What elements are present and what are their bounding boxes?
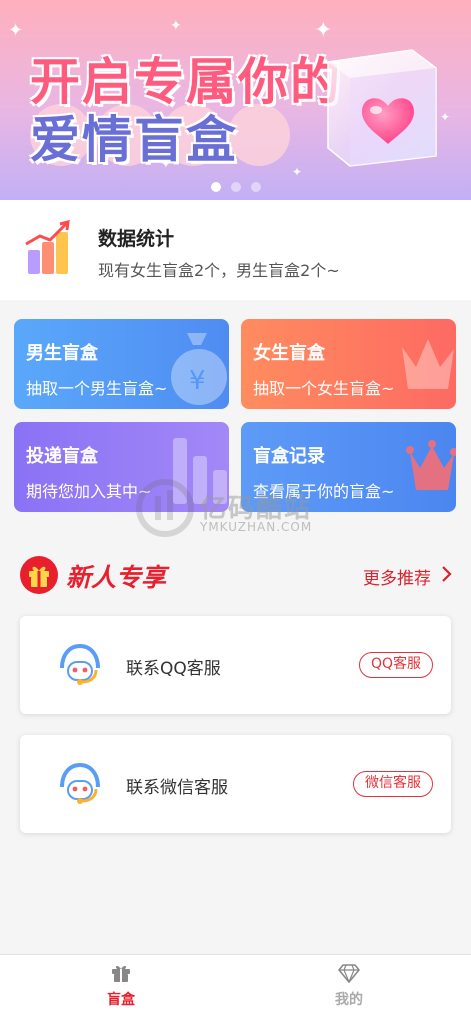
card-subtitle: 抽取一个男生盲盒~ (26, 379, 168, 398)
bottom-tab-bar: 盲盒 我的 (0, 954, 471, 1016)
wechat-service-button[interactable]: 微信客服 (353, 771, 433, 797)
crown-icon (402, 339, 454, 389)
stats-panel: 数据统计 现有女生盲盒2个，男生盲盒2个~ (0, 200, 471, 300)
bar-chart-icon (25, 220, 70, 274)
qq-service-row[interactable]: 联系QQ客服 QQ客服 (20, 616, 451, 714)
carousel-dot[interactable] (230, 182, 241, 192)
banner-carousel[interactable]: ✦ ✦ ✦ ✦ ✦ ✦ ✦ 开启专属你的 爱情盲盒 (0, 0, 471, 200)
crown-icon (406, 440, 456, 490)
diamond-icon (338, 964, 360, 983)
glass-cube-heart-icon (327, 49, 437, 167)
customer-service-icon (60, 643, 100, 685)
service-label: 联系QQ客服 (126, 659, 221, 679)
card-subtitle: 抽取一个女生盲盒~ (253, 379, 395, 398)
qq-service-button[interactable]: QQ客服 (358, 652, 433, 678)
more-recommend-link[interactable]: 更多推荐 (363, 564, 431, 589)
tab-mine[interactable]: 我的 (309, 963, 389, 1009)
svg-text:¥: ¥ (189, 366, 206, 396)
money-bag-icon: ¥ (171, 333, 227, 405)
card-title: 女生盲盒 (253, 343, 325, 364)
section-title: 新人专享 (66, 563, 167, 592)
stats-summary: 现有女生盲盒2个，男生盲盒2个~ (98, 261, 340, 280)
banner-subheadline: 爱情盲盒 (30, 111, 238, 169)
female-box-card[interactable]: 女生盲盒 抽取一个女生盲盒~ (241, 319, 456, 409)
sparkle-icon: ✦ (8, 20, 24, 41)
stats-title: 数据统计 (98, 228, 175, 250)
card-title: 盲盒记录 (253, 446, 325, 467)
carousel-dot[interactable] (210, 182, 221, 192)
gift-icon (112, 965, 130, 982)
chevron-right-icon[interactable] (439, 565, 453, 583)
tab-label: 我的 (335, 992, 363, 1008)
carousel-dot[interactable] (250, 182, 261, 192)
watermark-subtext: YMKUZHAN.COM (200, 520, 313, 534)
sparkle-icon: ✦ (440, 110, 451, 124)
wechat-service-row[interactable]: 联系微信客服 微信客服 (20, 735, 451, 833)
card-title: 男生盲盒 (26, 343, 98, 364)
customer-service-icon (60, 762, 100, 804)
carousel-indicator (0, 182, 471, 192)
card-subtitle: 期待您加入其中~ (26, 482, 152, 501)
gift-badge-icon (20, 556, 58, 594)
service-label: 联系微信客服 (126, 778, 228, 798)
tab-blind-box[interactable]: 盲盒 (81, 963, 161, 1009)
tab-label: 盲盒 (107, 992, 135, 1008)
card-title: 投递盲盒 (26, 446, 98, 467)
male-box-card[interactable]: ¥ 男生盲盒 抽取一个男生盲盒~ (14, 319, 229, 409)
sparkle-icon: ✦ (292, 165, 303, 179)
sparkle-icon: ✦ (170, 18, 182, 34)
